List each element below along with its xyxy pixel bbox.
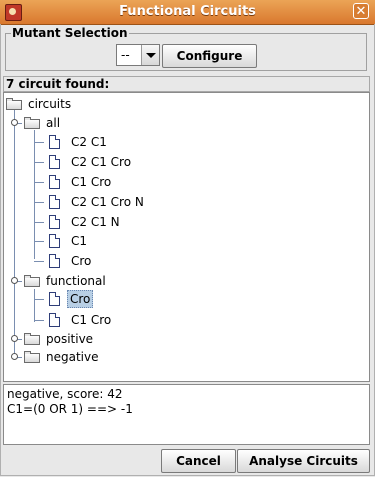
tree-leaf-label: C2 C1 Cro: [71, 155, 132, 169]
close-button[interactable]: ✕: [353, 3, 369, 19]
circuit-tree[interactable]: circuits all C2 C1 C2 C1 Cro C1 Cro C2 C…: [3, 92, 370, 382]
tree-line: [34, 289, 35, 322]
tree-line: [34, 320, 44, 321]
title-bar: Functional Circuits ✕: [0, 0, 375, 25]
tree-leaf-label: C2 C1 Cro N: [71, 195, 144, 209]
tree-leaf-label: C1 Cro: [71, 313, 112, 327]
tree-line: [34, 130, 35, 259]
tree-line: [34, 182, 44, 183]
tree-node-circuits[interactable]: circuits: [6, 95, 126, 113]
document-icon: [49, 292, 60, 306]
tree-line: [34, 299, 44, 300]
analyse-circuits-button[interactable]: Analyse Circuits: [237, 449, 370, 473]
tree-leaf[interactable]: C1: [46, 232, 196, 250]
folder-icon: [24, 275, 41, 288]
chevron-down-icon[interactable]: [141, 45, 159, 65]
tree-node-label: functional: [46, 274, 106, 288]
document-icon: [49, 313, 60, 327]
window-title: Functional Circuits: [119, 4, 256, 19]
tree-node-functional[interactable]: functional: [24, 272, 144, 290]
document-icon: [49, 234, 60, 248]
folder-icon: [6, 98, 23, 111]
tree-line: [14, 110, 15, 355]
expand-handle-icon[interactable]: [11, 277, 18, 284]
tree-leaf[interactable]: Cro: [46, 252, 196, 270]
tree-node-all[interactable]: all: [24, 114, 124, 132]
document-icon: [49, 215, 60, 229]
expand-handle-icon[interactable]: [11, 335, 18, 342]
tree-leaf-label: C1 Cro: [71, 175, 112, 189]
folder-icon: [24, 333, 41, 346]
tree-line: [34, 241, 44, 242]
tree-leaf-label: Cro: [67, 290, 94, 308]
tree-node-label: all: [46, 116, 61, 130]
circuit-count-label: 7 circuit found:: [3, 76, 370, 92]
configure-button[interactable]: Configure: [162, 44, 257, 68]
folder-icon: [24, 117, 41, 130]
tree-node-label: positive: [46, 332, 94, 346]
tree-leaf-label: Cro: [71, 254, 92, 268]
tree-leaf[interactable]: C2 C1 Cro N: [46, 193, 196, 211]
document-icon: [49, 175, 60, 189]
document-icon: [49, 195, 60, 209]
folder-icon: [24, 351, 41, 364]
tree-leaf-selected[interactable]: Cro: [46, 290, 196, 308]
expand-handle-icon[interactable]: [11, 119, 18, 126]
tree-line: [34, 142, 44, 143]
expand-handle-icon[interactable]: [11, 353, 18, 360]
tree-leaf[interactable]: C2 C1: [46, 133, 196, 151]
tree-node-label: negative: [46, 350, 99, 364]
mutant-combo-value: --: [121, 48, 130, 62]
tree-line: [34, 261, 44, 262]
tree-line: [34, 202, 44, 203]
details-panel[interactable]: negative, score: 42 C1=(0 OR 1) ==> -1: [3, 384, 370, 445]
document-icon: [49, 155, 60, 169]
tree-node-label: circuits: [28, 97, 72, 111]
details-line: negative, score: 42: [7, 387, 123, 401]
tree-leaf[interactable]: C2 C1 Cro: [46, 153, 196, 171]
tree-leaf-label: C2 C1: [71, 135, 107, 149]
mutant-combo[interactable]: --: [116, 44, 160, 66]
mutant-selection-label: Mutant Selection: [11, 26, 129, 40]
tree-line: [34, 162, 44, 163]
tree-leaf[interactable]: C2 C1 N: [46, 213, 196, 231]
tree-leaf[interactable]: C1 Cro: [46, 173, 196, 191]
document-icon: [49, 254, 60, 268]
details-line: C1=(0 OR 1) ==> -1: [7, 402, 133, 416]
cancel-button[interactable]: Cancel: [161, 449, 236, 473]
tree-leaf[interactable]: C1 Cro: [46, 311, 196, 329]
tree-node-positive[interactable]: positive: [24, 330, 144, 348]
document-icon: [49, 135, 60, 149]
tree-leaf-label: C2 C1 N: [71, 215, 120, 229]
tree-line: [34, 222, 44, 223]
tree-node-negative[interactable]: negative: [24, 348, 144, 366]
tree-leaf-label: C1: [71, 234, 88, 248]
